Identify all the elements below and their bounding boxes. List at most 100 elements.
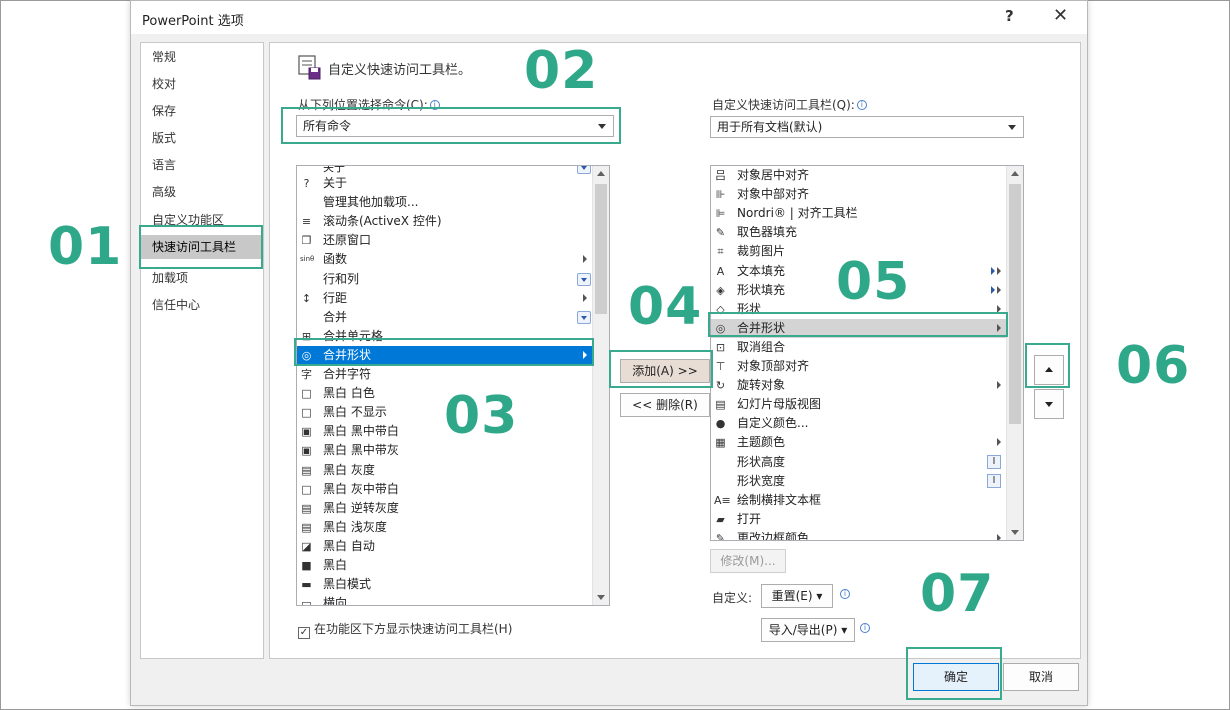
scroll-up-icon[interactable] [593, 166, 609, 182]
scroll-thumb[interactable] [1009, 184, 1021, 424]
move-down-button[interactable] [1034, 389, 1064, 419]
right-list-item[interactable]: 吕对象居中对齐 [711, 166, 1007, 185]
triangle-up-icon [1045, 367, 1053, 372]
list-item-label: 形状宽度 [737, 473, 786, 488]
custom-color-icon: ● [715, 417, 726, 431]
annotation-04: 04 [628, 277, 703, 337]
reset-button[interactable]: 重置(E) ▾ [761, 584, 833, 608]
none-icon [300, 311, 313, 324]
help-button[interactable]: ? [1005, 7, 1014, 25]
right-list-item[interactable]: ⊡ 取消组合 [711, 338, 1007, 357]
nav-item-language[interactable]: 语言 [141, 153, 263, 177]
nav-item-quick-access-toolbar[interactable]: 快速访问工具栏 [141, 235, 263, 259]
shapes-icon: ◇ [716, 302, 725, 316]
chevron-right-icon [583, 350, 587, 359]
right-list-item[interactable]: ⊫ Nordri® | 对齐工具栏 [711, 204, 1007, 223]
scroll-down-icon[interactable] [593, 589, 609, 605]
list-item-label: 黑白 黑中带白 [323, 424, 399, 439]
nav-item-proofing[interactable]: 校对 [141, 72, 263, 96]
left-list-item[interactable]: 管理其他加载项... [297, 193, 593, 212]
right-list-item[interactable]: ↻ 旋转对象 [711, 376, 1007, 395]
chevron-down-icon [1008, 125, 1016, 130]
nav-item-general[interactable]: 常规 [141, 45, 263, 69]
right-list-item[interactable]: 形状高度 I [711, 453, 1007, 472]
left-list-item[interactable]: ◎ 合并形状 [297, 345, 593, 365]
help-circle-icon: ? [303, 177, 310, 190]
cancel-button[interactable]: 取消 [1003, 663, 1079, 691]
left-list-item[interactable]: ≡ 滚动条(ActiveX 控件) [297, 212, 593, 231]
theme-colors-icon: ▦ [715, 436, 726, 450]
scroll-up-icon[interactable] [1007, 166, 1023, 182]
list-item-label: 黑白 [323, 558, 348, 572]
annotation-05: 05 [836, 252, 911, 312]
list-item-label: 合并字符 [323, 367, 372, 381]
left-list-item[interactable]: ❐ 还原窗口 [297, 231, 593, 250]
info-icon: i [429, 100, 440, 110]
list-item-label: 打开 [737, 511, 762, 526]
chevron-right-icon [997, 266, 1001, 275]
left-list-item[interactable]: ▤ 黑白 逆转灰度 [297, 499, 593, 518]
scroll-down-icon[interactable] [1007, 524, 1023, 540]
nav-item-advanced[interactable]: 高级 [141, 180, 263, 204]
nav-item-customize-ribbon[interactable]: 自定义功能区 [141, 208, 263, 232]
list-item-label: 裁剪图片 [737, 244, 786, 259]
modify-button[interactable]: 修改(M)... [710, 549, 786, 573]
close-button[interactable]: ✕ [1053, 5, 1068, 26]
right-list-item[interactable]: ◎ 合并形状 [711, 318, 1007, 338]
customize-toolbar-label: 自定义快速访问工具栏(Q): i [712, 96, 867, 113]
left-list-item[interactable]: ◪ 黑白 自动 [297, 537, 593, 556]
nav-item-addins[interactable]: 加载项 [141, 266, 263, 290]
toolbar-list-scrollbar[interactable] [1006, 166, 1023, 540]
left-list-item[interactable]: ■ 黑白 [297, 556, 593, 575]
right-list-item[interactable]: A≡ 绘制横排文本框 [711, 491, 1007, 510]
left-list-item[interactable]: ? 关于 [297, 174, 593, 193]
left-list-item[interactable]: ↕ 行距 [297, 289, 593, 308]
annotation-03: 03 [444, 386, 519, 446]
align-top-icon: ⊤ [715, 360, 726, 373]
left-list-item[interactable]: ▭ 横向 [297, 594, 593, 605]
none-icon [714, 456, 727, 469]
right-list-item[interactable]: ⊤ 对象顶部对齐 [711, 357, 1007, 376]
toolbar-commands-list[interactable]: 吕对象居中对齐 ⊪ 对象中部对齐 ⊫ Nordri® | 对齐工具栏 ✎ 取色器填充 ⌗ 裁剪图… [710, 165, 1024, 541]
customize-toolbar-dropdown[interactable]: 用于所有文档(默认) [710, 116, 1024, 138]
merge-cells-icon: ⊞ [301, 329, 312, 343]
right-list-item[interactable]: 形状宽度 I [711, 472, 1007, 491]
remove-button[interactable]: << 删除(R) [620, 393, 710, 417]
list-item-label: 黑白 浅灰度 [323, 519, 387, 534]
align-middle-icon: ⊪ [715, 188, 726, 202]
chevron-down-icon [598, 124, 606, 129]
bw-black-gray-icon: ▣ [301, 444, 312, 458]
nav-item-layout[interactable]: 版式 [141, 126, 263, 150]
scroll-thumb[interactable] [595, 184, 607, 314]
left-list-item[interactable]: ⊞ 合并单元格 [297, 327, 593, 346]
right-list-item[interactable]: ⊪ 对象中部对齐 [711, 185, 1007, 204]
left-list-item[interactable]: ▤ 黑白 灰度 [297, 461, 593, 480]
list-item-label: 旋转对象 [737, 378, 786, 393]
right-list-item[interactable]: ✎ 更改边框颜色 [711, 529, 1007, 540]
chevron-right-icon [997, 381, 1001, 390]
right-list-item[interactable]: ▦ 主题颜色 [711, 433, 1007, 452]
chevron-right-icon [997, 323, 1001, 332]
nav-item-save[interactable]: 保存 [141, 99, 263, 123]
left-list-item[interactable]: 行和列 [297, 270, 593, 289]
right-list-item[interactable]: ▰ 打开 [711, 510, 1007, 529]
right-list-item[interactable]: ✎ 取色器填充 [711, 223, 1007, 242]
commands-list-scrollbar[interactable] [592, 166, 609, 605]
bw-grayscale-icon: ▤ [301, 463, 312, 477]
import-export-button[interactable]: 导入/导出(P) ▾ [761, 618, 855, 642]
left-list-item[interactable]: ▤ 黑白 浅灰度 [297, 518, 593, 537]
list-item-label: 函数 [323, 252, 348, 267]
left-list-item[interactable]: □ 黑白 灰中带白 [297, 480, 593, 499]
right-list-item[interactable]: ● 自定义颜色... [711, 414, 1007, 433]
add-button[interactable]: 添加(A) >> [620, 359, 710, 383]
right-list-item[interactable]: ▤ 幻灯片母版视图 [711, 395, 1007, 414]
show-below-ribbon-checkbox[interactable]: ✓ 在功能区下方显示快速访问工具栏(H) [298, 620, 512, 639]
left-list-item[interactable]: 合并 [297, 308, 593, 327]
left-list-item[interactable]: ▬ 黑白模式 [297, 575, 593, 594]
left-list-item[interactable]: sinθ 函数 [297, 250, 593, 269]
choose-commands-dropdown[interactable]: 所有命令 [296, 115, 614, 137]
ok-button[interactable]: 确定 [913, 663, 999, 691]
move-up-button[interactable] [1034, 355, 1064, 385]
left-list-item[interactable]: 字合并字符 [297, 365, 593, 384]
nav-item-trust-center[interactable]: 信任中心 [141, 293, 263, 317]
